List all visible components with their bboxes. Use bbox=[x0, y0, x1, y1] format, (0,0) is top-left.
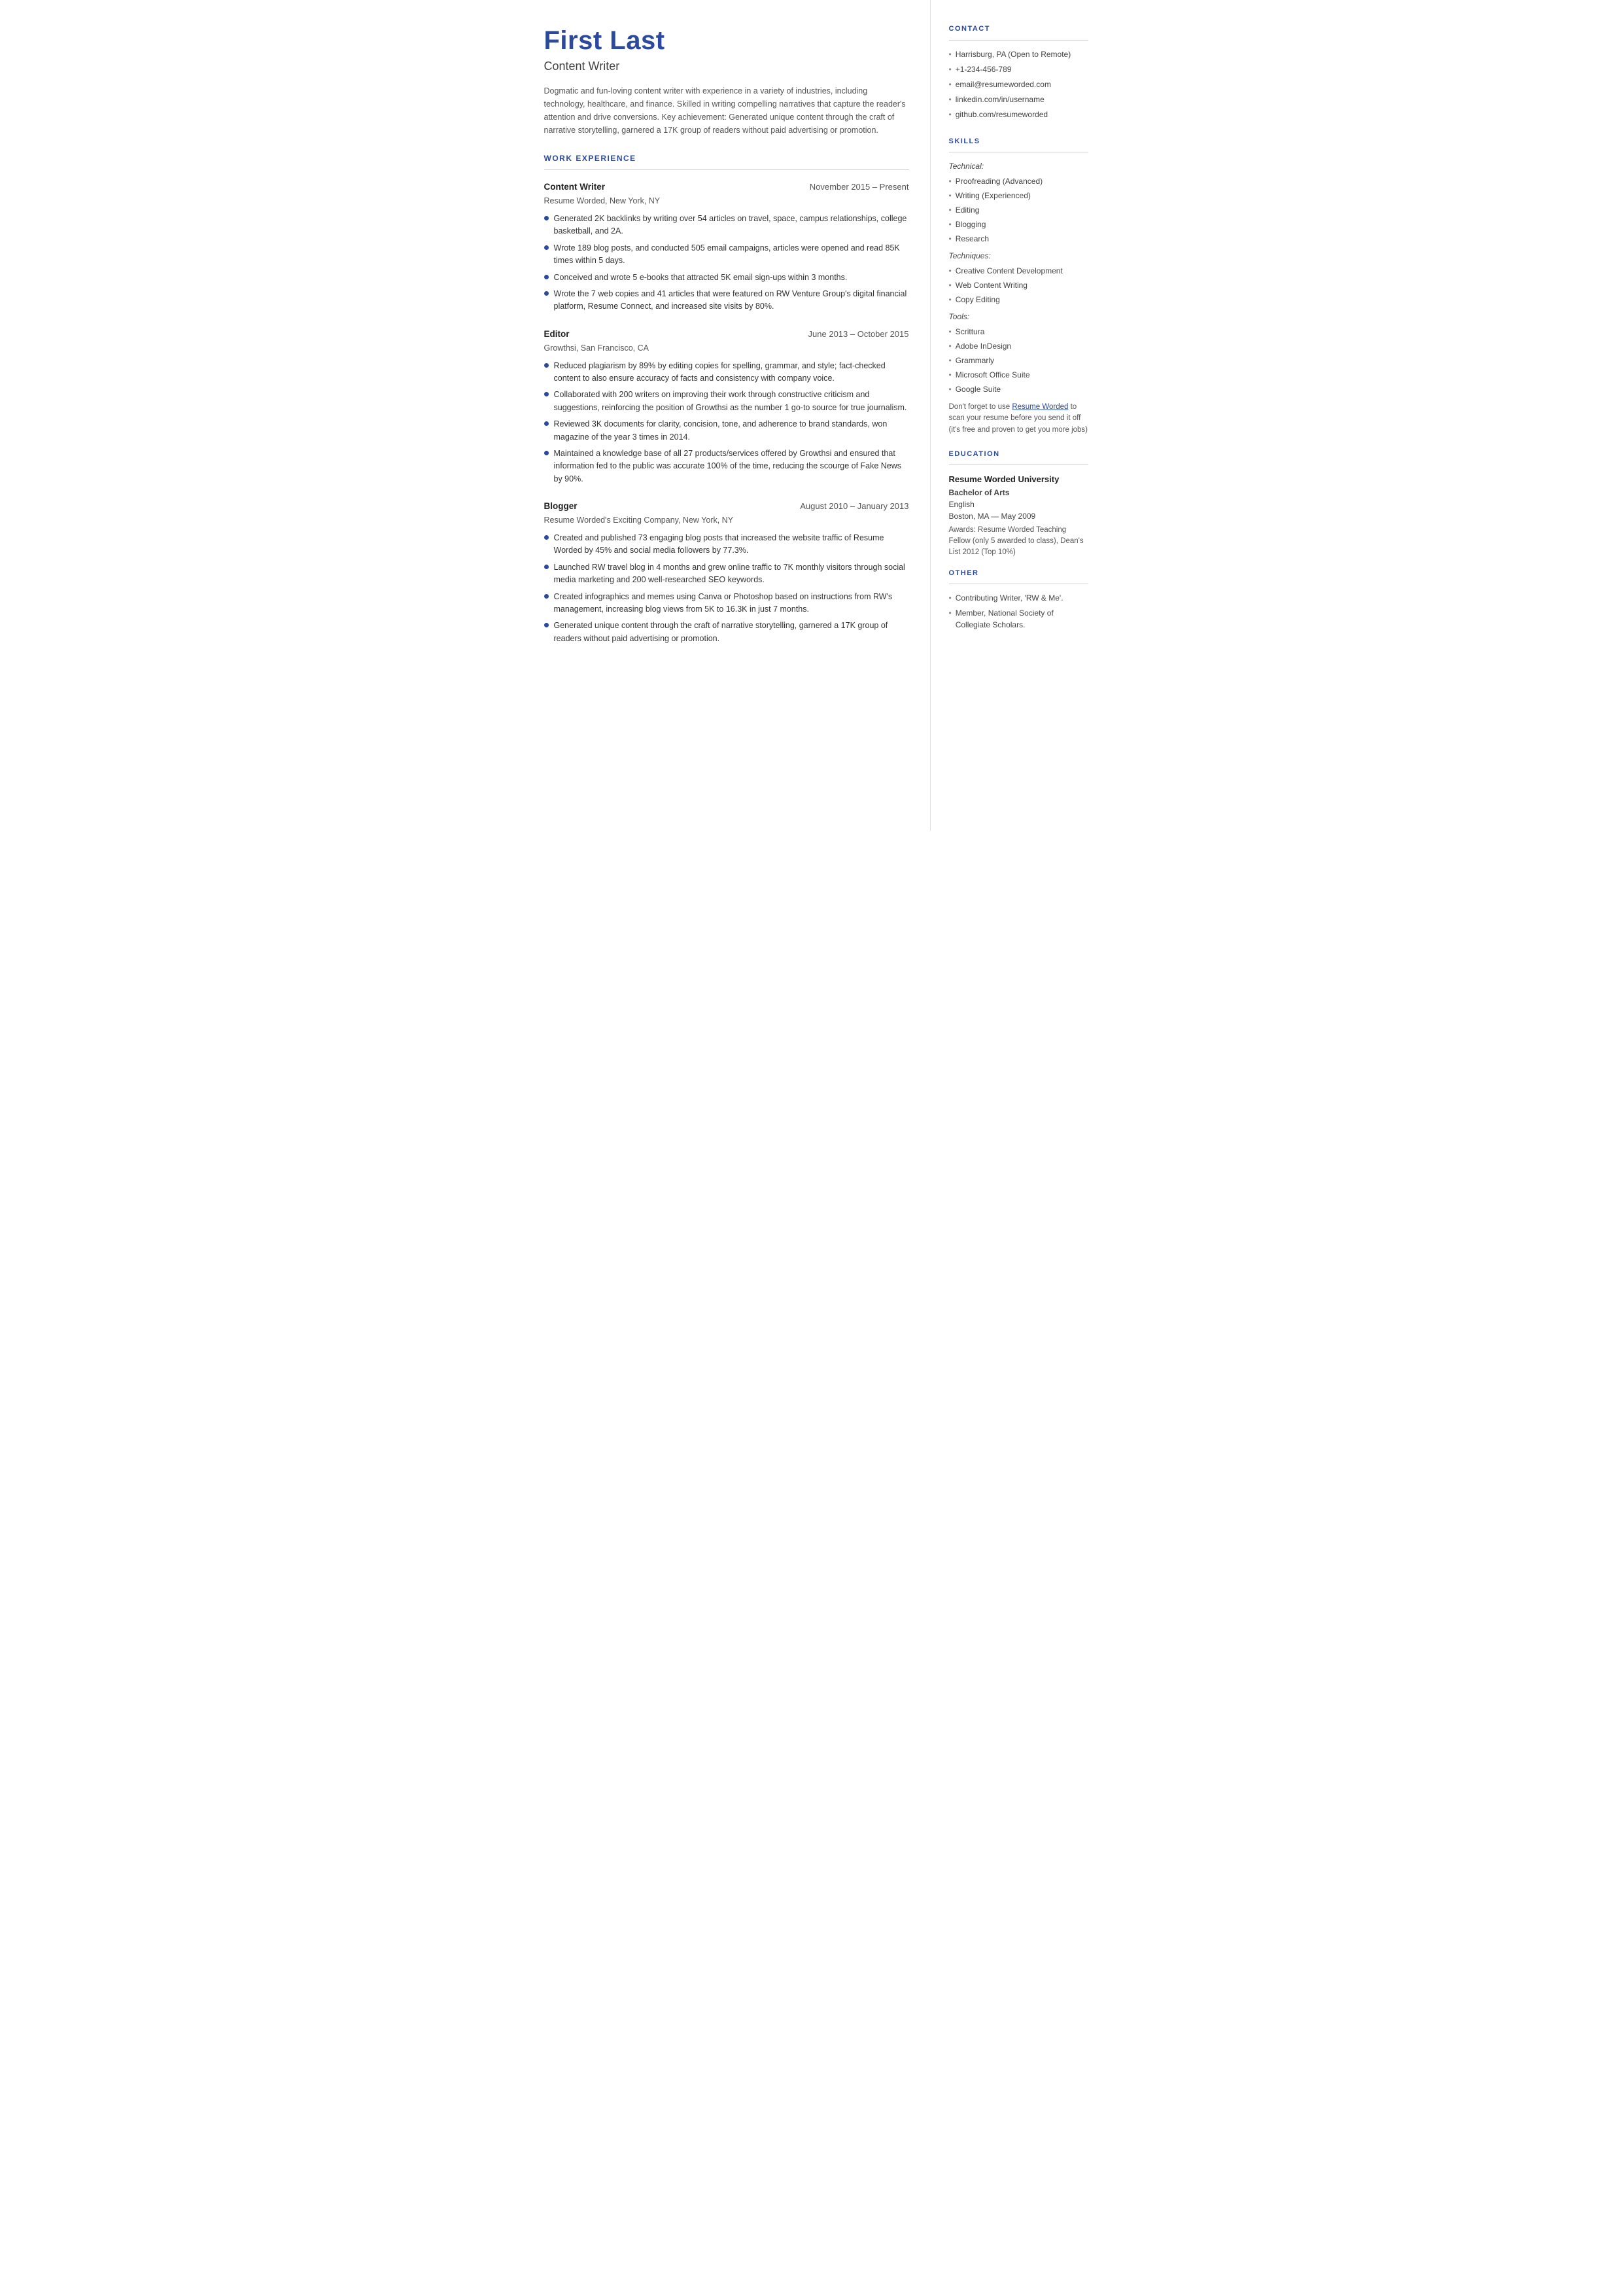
other-item: Contributing Writer, 'RW & Me'. bbox=[949, 592, 1088, 604]
skill-item: Editing bbox=[949, 204, 1088, 216]
bullet-item: Wrote the 7 web copies and 41 articles t… bbox=[544, 288, 909, 313]
summary-text: Dogmatic and fun-loving content writer w… bbox=[544, 84, 909, 137]
bullet-dot bbox=[544, 392, 549, 396]
edu-school: Resume Worded University bbox=[949, 473, 1088, 486]
contact-divider bbox=[949, 40, 1088, 41]
bullet-item: Maintained a knowledge base of all 27 pr… bbox=[544, 447, 909, 485]
bullet-item: Wrote 189 blog posts, and conducted 505 … bbox=[544, 242, 909, 268]
skill-item: Google Suite bbox=[949, 383, 1088, 395]
contact-item-github: github.com/resumeworded bbox=[949, 109, 1088, 120]
education-divider bbox=[949, 464, 1088, 465]
job-title-1: Editor bbox=[544, 328, 570, 341]
bullet-dot bbox=[544, 451, 549, 455]
job-dates-1: June 2013 – October 2015 bbox=[808, 328, 909, 341]
other-list: Contributing Writer, 'RW & Me'. Member, … bbox=[949, 592, 1088, 631]
skill-item: Writing (Experienced) bbox=[949, 190, 1088, 201]
skills-label: SKILLS bbox=[949, 136, 1088, 147]
resume-page: First Last Content Writer Dogmatic and f… bbox=[518, 0, 1107, 831]
other-label: OTHER bbox=[949, 568, 1088, 579]
skill-item: Copy Editing bbox=[949, 294, 1088, 306]
bullet-dot bbox=[544, 291, 549, 296]
contact-item-linkedin: linkedin.com/in/username bbox=[949, 94, 1088, 105]
bullet-dot bbox=[544, 363, 549, 368]
bullet-dot bbox=[544, 275, 549, 279]
job-dates-0: November 2015 – Present bbox=[810, 181, 909, 194]
job-block-2: Blogger August 2010 – January 2013 Resum… bbox=[544, 500, 909, 645]
bullet-item: Reviewed 3K documents for clarity, conci… bbox=[544, 418, 909, 444]
job-header-2: Blogger August 2010 – January 2013 bbox=[544, 500, 909, 513]
bullet-item: Created and published 73 engaging blog p… bbox=[544, 532, 909, 557]
job-bullets-0: Generated 2K backlinks by writing over 5… bbox=[544, 213, 909, 313]
job-dates-2: August 2010 – January 2013 bbox=[800, 500, 908, 513]
skill-item: Proofreading (Advanced) bbox=[949, 175, 1088, 187]
education-label: EDUCATION bbox=[949, 449, 1088, 460]
right-column: CONTACT Harrisburg, PA (Open to Remote) … bbox=[930, 0, 1107, 831]
education-block: Resume Worded University Bachelor of Art… bbox=[949, 473, 1088, 558]
work-experience-divider bbox=[544, 169, 909, 170]
tools-skills-list: Scrittura Adobe InDesign Grammarly Micro… bbox=[949, 326, 1088, 395]
edu-degree: Bachelor of Arts bbox=[949, 487, 1088, 499]
skill-item: Adobe InDesign bbox=[949, 340, 1088, 352]
skill-item: Creative Content Development bbox=[949, 265, 1088, 277]
bullet-item: Collaborated with 200 writers on improvi… bbox=[544, 389, 909, 414]
contact-item-email: email@resumeworded.com bbox=[949, 79, 1088, 90]
technical-category-label: Technical: bbox=[949, 160, 1088, 172]
contact-item-phone: +1-234-456-789 bbox=[949, 63, 1088, 75]
skill-item: Microsoft Office Suite bbox=[949, 369, 1088, 381]
skill-item: Grammarly bbox=[949, 355, 1088, 366]
job-company-0: Resume Worded, New York, NY bbox=[544, 195, 909, 207]
skill-item: Web Content Writing bbox=[949, 279, 1088, 291]
tools-category-label: Tools: bbox=[949, 311, 1088, 323]
job-block-0: Content Writer November 2015 – Present R… bbox=[544, 181, 909, 313]
job-header-0: Content Writer November 2015 – Present bbox=[544, 181, 909, 194]
skills-section: Technical: Proofreading (Advanced) Writi… bbox=[949, 160, 1088, 436]
bullet-item: Conceived and wrote 5 e-books that attra… bbox=[544, 272, 909, 284]
techniques-skills-list: Creative Content Development Web Content… bbox=[949, 265, 1088, 306]
bullet-item: Generated 2K backlinks by writing over 5… bbox=[544, 213, 909, 238]
bullet-item: Generated unique content through the cra… bbox=[544, 620, 909, 645]
skill-item: Scrittura bbox=[949, 326, 1088, 338]
candidate-title: Content Writer bbox=[544, 58, 909, 75]
contact-label: CONTACT bbox=[949, 24, 1088, 35]
bullet-dot bbox=[544, 594, 549, 599]
techniques-category-label: Techniques: bbox=[949, 250, 1088, 262]
job-bullets-2: Created and published 73 engaging blog p… bbox=[544, 532, 909, 645]
technical-skills-list: Proofreading (Advanced) Writing (Experie… bbox=[949, 175, 1088, 245]
other-item: Member, National Society of Collegiate S… bbox=[949, 607, 1088, 631]
contact-list: Harrisburg, PA (Open to Remote) +1-234-4… bbox=[949, 48, 1088, 120]
candidate-name: First Last bbox=[544, 26, 909, 55]
job-block-1: Editor June 2013 – October 2015 Growthsi… bbox=[544, 328, 909, 485]
promo-text: Don't forget to use Resume Worded to sca… bbox=[949, 402, 1088, 436]
edu-awards: Awards: Resume Worded Teaching Fellow (o… bbox=[949, 525, 1088, 559]
bullet-dot bbox=[544, 565, 549, 569]
skill-item: Research bbox=[949, 233, 1088, 245]
job-company-2: Resume Worded's Exciting Company, New Yo… bbox=[544, 514, 909, 527]
bullet-item: Launched RW travel blog in 4 months and … bbox=[544, 561, 909, 587]
contact-item-location: Harrisburg, PA (Open to Remote) bbox=[949, 48, 1088, 60]
job-title-0: Content Writer bbox=[544, 181, 606, 194]
bullet-dot bbox=[544, 245, 549, 250]
job-title-2: Blogger bbox=[544, 500, 578, 513]
bullet-item: Reduced plagiarism by 89% by editing cop… bbox=[544, 360, 909, 385]
bullet-dot bbox=[544, 216, 549, 220]
left-column: First Last Content Writer Dogmatic and f… bbox=[518, 0, 930, 831]
bullet-dot bbox=[544, 421, 549, 426]
bullet-dot bbox=[544, 623, 549, 627]
edu-field: English bbox=[949, 499, 1088, 510]
skill-item: Blogging bbox=[949, 219, 1088, 230]
job-company-1: Growthsi, San Francisco, CA bbox=[544, 342, 909, 355]
edu-location: Boston, MA — May 2009 bbox=[949, 510, 1088, 522]
bullet-dot bbox=[544, 535, 549, 540]
work-experience-label: WORK EXPERIENCE bbox=[544, 152, 909, 164]
promo-link[interactable]: Resume Worded bbox=[1012, 403, 1068, 411]
bullet-item: Created infographics and memes using Can… bbox=[544, 591, 909, 616]
job-bullets-1: Reduced plagiarism by 89% by editing cop… bbox=[544, 360, 909, 485]
job-header-1: Editor June 2013 – October 2015 bbox=[544, 328, 909, 341]
other-section: Contributing Writer, 'RW & Me'. Member, … bbox=[949, 592, 1088, 631]
